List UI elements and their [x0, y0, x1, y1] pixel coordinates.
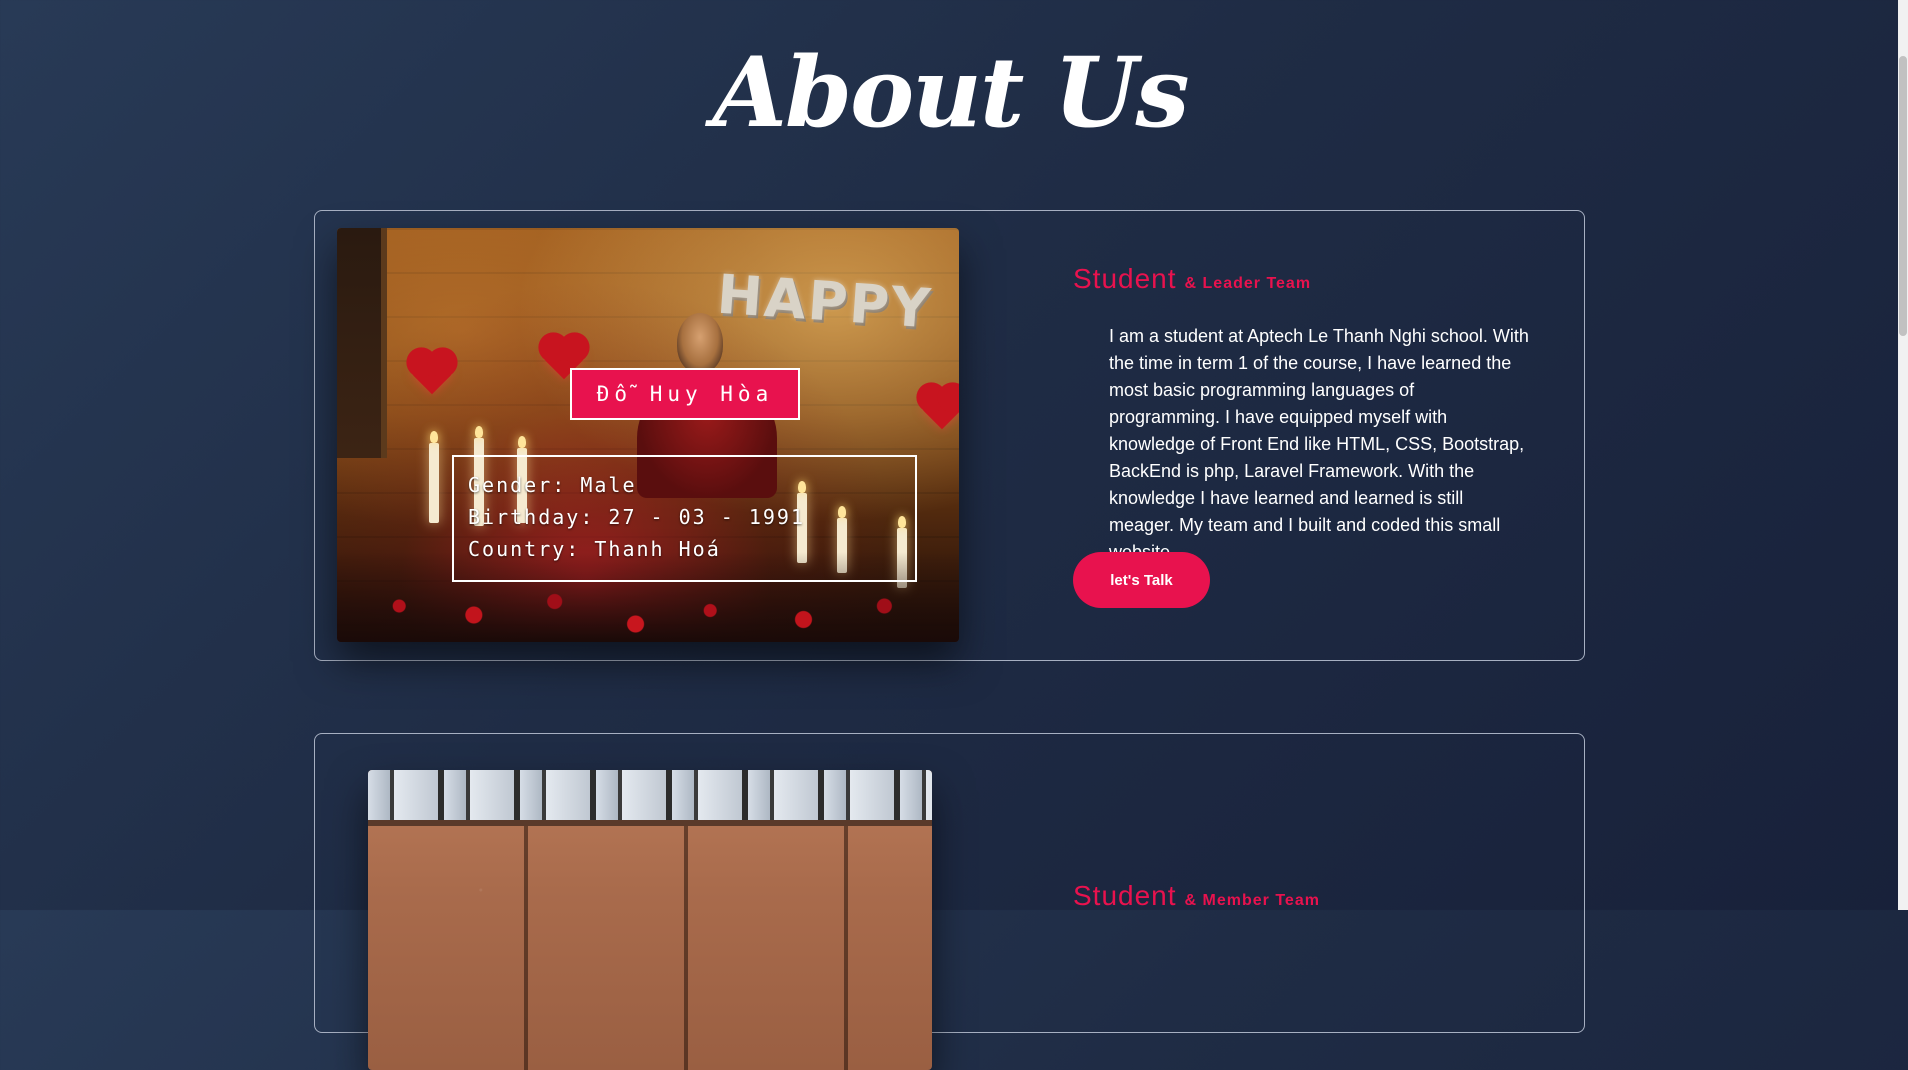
member-photo: HAPPY Đỗ Huy Hòa Gender: Male Birthday: …: [337, 228, 959, 642]
heart-balloon-icon: [410, 351, 454, 395]
scrollbar-thumb[interactable]: [1899, 56, 1907, 336]
member-description: I am a student at Aptech Le Thanh Nghi s…: [1109, 326, 1529, 562]
member-country: Country: Thanh Hoá: [468, 537, 721, 561]
candle-icon: [429, 431, 439, 523]
page-scrollbar[interactable]: [1898, 0, 1908, 910]
member-role-heading: Student & Leader Team: [1073, 263, 1311, 295]
member-name-badge[interactable]: Đỗ Huy Hòa: [570, 368, 800, 420]
member-photo: [368, 770, 932, 1070]
page-title: About Us: [712, 36, 1190, 149]
member-role-detail: & Member Team: [1184, 892, 1320, 909]
member-gender: Gender: Male: [468, 473, 637, 497]
member-card-member: Student & Member Team: [314, 733, 1585, 1070]
member-role-detail: & Leader Team: [1184, 275, 1312, 292]
member-card-leader: HAPPY Đỗ Huy Hòa Gender: Male Birthday: …: [314, 210, 1585, 661]
member-role: Student: [1073, 880, 1177, 911]
member-birthday: Birthday: 27 - 03 - 1991: [468, 505, 805, 529]
member-role: Student: [1073, 263, 1177, 294]
building-windows-decoration: [368, 770, 932, 826]
person-head: [677, 313, 723, 373]
member-role-heading: Student & Member Team: [1073, 880, 1320, 912]
lets-talk-button[interactable]: let's Talk: [1073, 552, 1210, 608]
member-info-box: Gender: Male Birthday: 27 - 03 - 1991 Co…: [452, 455, 917, 582]
heart-balloon-icon: [920, 386, 959, 430]
photo-frame-decoration: [337, 228, 387, 458]
